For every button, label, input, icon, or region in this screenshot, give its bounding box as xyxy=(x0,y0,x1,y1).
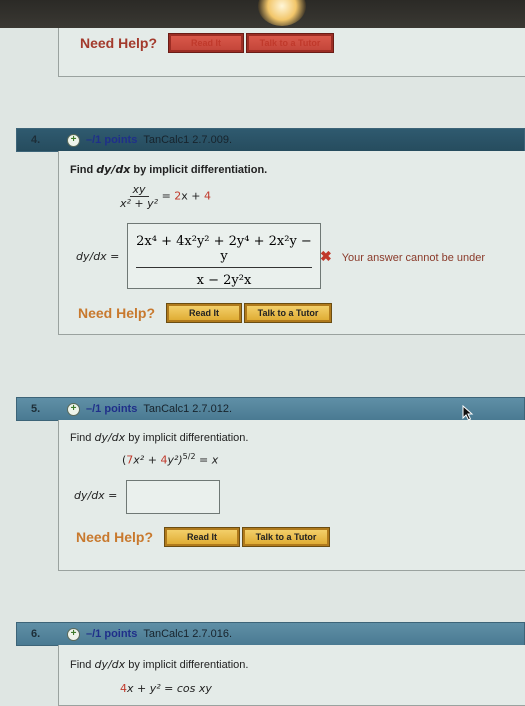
answer-input[interactable]: 2x⁴ + 4x²y² + 2y⁴ + 2x²y − y x − 2y²x xyxy=(127,223,321,289)
question-code: TanCalc1 2.7.012. xyxy=(143,403,233,415)
answer-numerator: 2x⁴ + 4x²y² + 2y⁴ + 2x²y − y xyxy=(136,234,312,268)
question-5-equation: (7x² + 4y²)5/2 = x xyxy=(122,452,219,467)
talk-to-tutor-button[interactable]: Talk to a Tutor xyxy=(242,527,331,547)
read-it-button[interactable]: Read It xyxy=(168,33,245,53)
need-help-label: Need Help? xyxy=(80,35,158,51)
expand-icon[interactable]: + xyxy=(67,133,80,147)
need-help-label: Need Help? xyxy=(76,529,154,545)
question-6-header: 6. + –/1 points TanCalc1 2.7.016. xyxy=(16,622,525,646)
answer-label: dy/dx = xyxy=(74,489,118,502)
question-6-equation: 4x + y² = cos xy xyxy=(120,682,212,695)
question-number: 5. xyxy=(31,403,41,415)
question-4-header: 4. + –/1 points TanCalc1 2.7.009. xyxy=(16,128,525,152)
question-code: TanCalc1 2.7.016. xyxy=(143,628,233,640)
question-code: TanCalc1 2.7.009. xyxy=(143,134,233,146)
question-4-prompt: Find dy/dx by implicit differentiation. xyxy=(70,163,268,176)
answer-denominator: x − 2y²x xyxy=(196,273,252,288)
points-label: –/1 points xyxy=(86,403,138,415)
question-5-prompt: Find dy/dx by implicit differentiation. xyxy=(70,431,249,444)
question-5-header: 5. + –/1 points TanCalc1 2.7.012. xyxy=(16,397,525,421)
points-label: –/1 points xyxy=(86,628,138,640)
need-help-row: Need Help? Read It Talk to a Tutor xyxy=(78,303,335,323)
mouse-cursor-icon xyxy=(462,405,474,421)
expand-icon[interactable]: + xyxy=(67,627,80,641)
need-help-row: Need Help? Read It Talk to a Tutor xyxy=(76,527,333,547)
answer-feedback: ✖ Your answer cannot be under xyxy=(320,248,486,264)
question-4-equation: xy x² + y² = 2x + 4 xyxy=(120,183,212,210)
talk-to-tutor-button[interactable]: Talk to a Tutor xyxy=(244,303,333,323)
read-it-button[interactable]: Read It xyxy=(166,303,243,323)
talk-to-tutor-button[interactable]: Talk to a Tutor xyxy=(246,33,335,53)
read-it-button[interactable]: Read It xyxy=(164,527,241,547)
question-6-prompt: Find dy/dx by implicit differentiation. xyxy=(70,658,249,671)
question-6-body xyxy=(58,645,525,706)
need-help-label: Need Help? xyxy=(78,305,156,321)
answer-label: dy/dx = xyxy=(76,250,120,263)
need-help-row: Need Help? Read It Talk to a Tutor xyxy=(80,33,337,53)
answer-input[interactable] xyxy=(126,480,220,514)
question-number: 4. xyxy=(31,134,41,146)
question-number: 6. xyxy=(31,628,41,640)
x-mark-icon: ✖ xyxy=(320,248,332,264)
points-label: –/1 points xyxy=(86,134,138,146)
expand-icon[interactable]: + xyxy=(67,402,80,416)
